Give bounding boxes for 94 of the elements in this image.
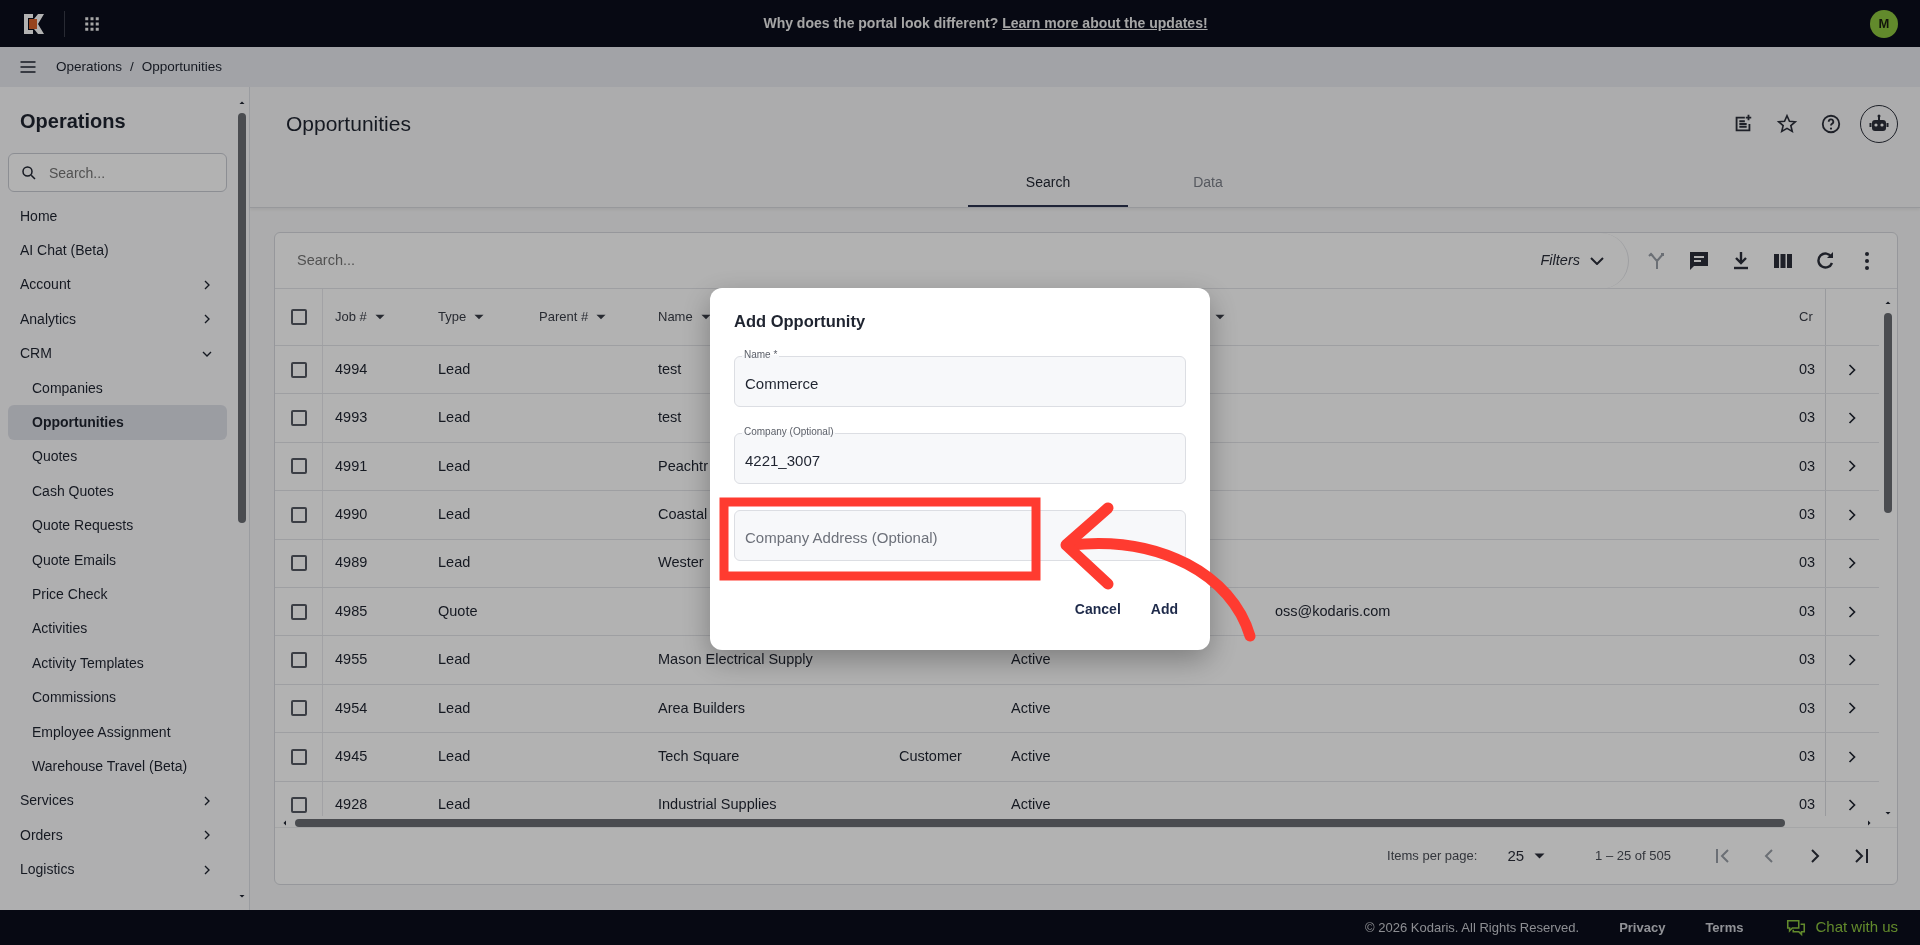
table-cell-text: Industrial Supplies xyxy=(658,795,777,815)
copyright-text: © 2026 Kodaris. All Rights Reserved. xyxy=(1365,918,1580,937)
banner-text: Why does the portal look different? xyxy=(763,15,999,31)
nav-item[interactable]: Companies xyxy=(8,370,227,406)
field-label: Company (Optional) xyxy=(742,425,836,438)
nav-item[interactable]: Opportunities xyxy=(8,405,227,440)
table-cell-text: 03 xyxy=(1799,408,1816,428)
table-cell-text: 4945 xyxy=(335,746,368,766)
breadcrumb-link[interactable]: Operations xyxy=(56,56,123,78)
table-cell-text: test xyxy=(658,408,682,428)
nav-item[interactable]: Commissions xyxy=(8,680,227,715)
nav-item[interactable]: Cash Quotes xyxy=(8,474,227,509)
table-cell-text: oss@kodaris.com xyxy=(1275,601,1391,621)
table-search-field[interactable]: Search... xyxy=(295,248,1517,273)
table-cell-text: 4928 xyxy=(335,795,368,815)
footer-link[interactable]: Privacy xyxy=(1619,917,1666,938)
table-cell-text: Tech Square xyxy=(658,746,740,766)
banner-link[interactable]: Learn more about the updates! xyxy=(1002,15,1208,31)
table-cell-text: Lead xyxy=(438,456,471,476)
page-size-select[interactable]: 25 xyxy=(1501,843,1552,869)
breadcrumb-separator: / xyxy=(130,57,134,76)
table-cell-text: 03 xyxy=(1799,795,1816,815)
nav-item[interactable]: Quote Requests xyxy=(8,508,227,543)
nav-item[interactable]: Price Check xyxy=(8,577,227,612)
field-label: Name * xyxy=(742,348,780,361)
table-cell-text: Lead xyxy=(438,650,471,670)
table-cell-text: 4954 xyxy=(335,698,368,718)
table-cell-text: 4989 xyxy=(335,553,368,573)
nav-item[interactable]: Activities xyxy=(8,611,227,647)
table-cell-text: Lead xyxy=(438,698,471,718)
table-cell-text: 4994 xyxy=(335,359,368,379)
nav-item[interactable]: Services xyxy=(8,783,227,819)
table-cell-text: Lead xyxy=(438,359,471,379)
nav-item[interactable]: Account xyxy=(8,267,227,303)
breadcrumb-link[interactable]: Opportunities xyxy=(141,56,223,78)
add-button[interactable]: Add xyxy=(1142,592,1186,626)
column-header[interactable]: Parent # xyxy=(539,307,589,327)
table-cell-text: 4993 xyxy=(335,408,368,428)
nav-item[interactable]: Home xyxy=(8,199,227,234)
table-cell-text: 03 xyxy=(1799,746,1816,766)
table-cell-text: 03 xyxy=(1799,359,1816,379)
avatar[interactable]: M xyxy=(1870,9,1898,38)
nav-item[interactable]: Activity Templates xyxy=(8,646,227,681)
nav-item[interactable]: Orders xyxy=(8,818,227,853)
nav-item[interactable]: AI Chat (Beta) xyxy=(8,233,227,268)
filters-button[interactable]: Filters xyxy=(1516,233,1629,289)
table-cell-text: Lead xyxy=(438,795,471,815)
cancel-button[interactable]: Cancel xyxy=(1066,592,1129,626)
nav-item[interactable]: Quotes xyxy=(8,439,227,475)
table-cell-text: Quote xyxy=(438,601,478,621)
table-cell-text: 4991 xyxy=(335,456,368,476)
table-cell-text: Coastal xyxy=(658,505,708,524)
table-cell-text: 03 xyxy=(1799,650,1816,670)
dialog-title: Add Opportunity xyxy=(734,312,867,332)
column-header[interactable]: Type xyxy=(438,307,467,327)
table-cell-text: test xyxy=(658,359,682,379)
table-cell-text: Lead xyxy=(438,746,471,766)
page-title: Opportunities xyxy=(286,110,411,137)
table-cell-text: Mason Electrical Supply xyxy=(658,650,813,670)
table-cell-text: Wester xyxy=(658,553,704,573)
table-cell-text: 4955 xyxy=(335,650,368,670)
table-cell-text: Lead xyxy=(438,408,471,428)
table-cell-text: Customer xyxy=(899,746,962,766)
column-header[interactable]: Cr xyxy=(1799,307,1813,327)
column-header[interactable]: Name xyxy=(658,307,693,327)
table-cell-text: 03 xyxy=(1799,505,1816,524)
nav-item[interactable]: Warehouse Travel (Beta) xyxy=(8,749,227,784)
nav-item[interactable]: CRM xyxy=(8,336,227,371)
table-cell-text: Active xyxy=(1011,650,1051,670)
page-range: 1 – 25 of 505 xyxy=(1595,847,1671,866)
nav-item[interactable]: Analytics xyxy=(8,302,227,337)
table-cell-text: 03 xyxy=(1799,553,1816,573)
table-cell-text: Lead xyxy=(438,553,471,573)
table-cell-text: Active xyxy=(1011,795,1051,815)
nav-item[interactable]: Quote Emails xyxy=(8,542,227,578)
table-cell-text: 03 xyxy=(1799,456,1816,476)
column-header[interactable]: Job # xyxy=(335,307,367,327)
table-cell-text: 03 xyxy=(1799,698,1816,718)
table-cell-text: Active xyxy=(1011,698,1051,718)
nav-item[interactable]: Logistics xyxy=(8,852,227,887)
table-cell-text: 4985 xyxy=(335,601,368,621)
sidebar-title: Operations xyxy=(19,109,127,134)
search-field[interactable]: Search... xyxy=(8,153,227,192)
table-cell-text: 03 xyxy=(1799,601,1816,621)
table-cell-text: Active xyxy=(1011,746,1051,766)
table-cell-text: Area Builders xyxy=(658,698,746,718)
nav-item[interactable]: Employee Assignment xyxy=(8,714,227,750)
table-cell-text: Peachtr xyxy=(658,456,708,476)
table-cell-text: Lead xyxy=(438,505,471,524)
tab[interactable]: Search xyxy=(968,160,1128,207)
chat-button[interactable]: Chat with us xyxy=(1785,916,1898,939)
footer-link[interactable]: Terms xyxy=(1705,917,1744,938)
table-cell-text: 4990 xyxy=(335,505,368,524)
items-per-page-label: Items per page: xyxy=(1387,847,1478,866)
